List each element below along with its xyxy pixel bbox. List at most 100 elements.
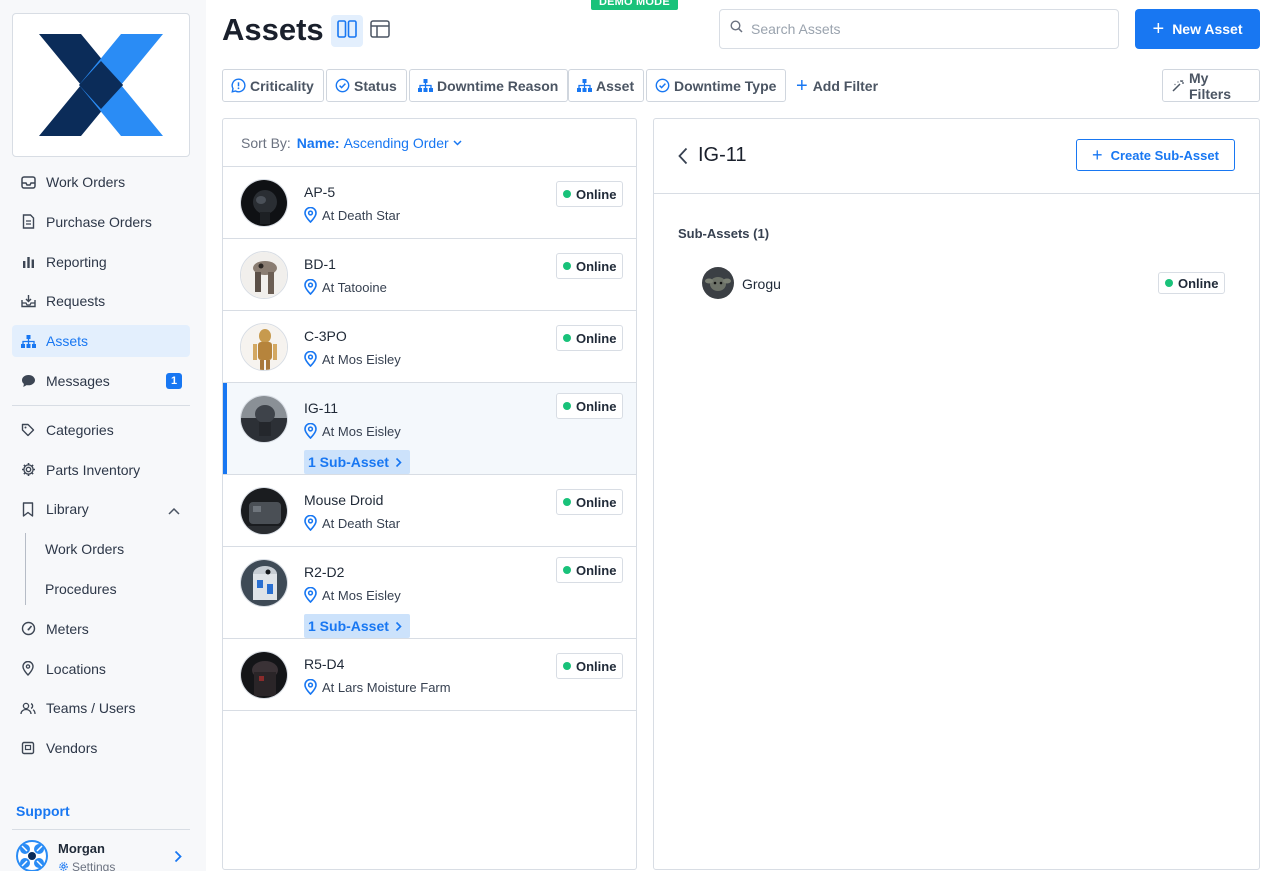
asset-row[interactable]: AP-5 At Death Star Online [223, 167, 636, 239]
new-asset-button[interactable]: + New Asset [1135, 9, 1260, 49]
asset-row[interactable]: BD-1 At Tatooine Online [223, 239, 636, 311]
sub-asset-link[interactable]: 1 Sub-Asset [304, 450, 410, 474]
avatar [16, 840, 48, 871]
user-settings-label: Settings [72, 860, 116, 871]
search-input[interactable] [751, 21, 1091, 37]
page-title: Assets [222, 12, 324, 47]
chevron-right-icon [395, 457, 402, 468]
asset-thumbnail [240, 395, 288, 443]
chevron-down-icon[interactable] [453, 139, 462, 146]
asset-row-selected[interactable]: IG-11 At Mos Eisley 1 Sub-Asset Online [223, 383, 636, 475]
status-badge: Online [556, 325, 624, 351]
sort-bar: Sort By: Name: Ascending Order [223, 119, 636, 167]
support-link[interactable]: Support [16, 803, 70, 819]
sidebar-item-assets[interactable]: Assets [12, 325, 190, 358]
status-badge: Online [556, 253, 624, 279]
create-sub-asset-button[interactable]: + Create Sub-Asset [1076, 139, 1235, 171]
sub-asset-label: 1 Sub-Asset [308, 618, 389, 634]
asset-location: At Lars Moisture Farm [304, 679, 451, 695]
filter-downtime-type[interactable]: Downtime Type [646, 69, 787, 102]
split-view-toggle[interactable] [331, 15, 363, 47]
status-label: Online [576, 258, 617, 274]
filter-label: Downtime Type [674, 77, 777, 94]
filter-downtime-reason[interactable]: Downtime Reason [409, 69, 569, 102]
asset-row[interactable]: R2-D2 At Mos Eisley 1 Sub-Asset Online [223, 547, 636, 639]
asset-row[interactable]: C-3PO At Mos Eisley Online [223, 311, 636, 383]
sub-asset-link[interactable]: 1 Sub-Asset [304, 614, 410, 638]
status-label: Online [576, 330, 617, 346]
check-circle-icon [655, 78, 670, 93]
sidebar-item-library-work-orders[interactable]: Work Orders [45, 533, 190, 565]
sidebar-item-vendors[interactable]: Vendors [12, 732, 190, 764]
filter-label: Downtime Reason [437, 77, 559, 94]
search-icon [730, 20, 743, 38]
sort-key[interactable]: Name: [297, 135, 340, 151]
asset-row[interactable]: Mouse Droid At Death Star Online [223, 475, 636, 547]
bookmark-icon [20, 501, 36, 517]
status-dot [563, 334, 571, 342]
location-pin-icon [304, 515, 317, 531]
sidebar-item-messages[interactable]: Messages 1 [12, 365, 190, 397]
sidebar-item-teams-users[interactable]: Teams / Users [12, 692, 190, 724]
asset-location: At Mos Eisley [304, 587, 401, 603]
company-logo[interactable] [12, 13, 190, 157]
asset-location: At Mos Eisley [304, 351, 401, 367]
asset-detail-panel: IG-11 + Create Sub-Asset Sub-Assets (1) … [653, 118, 1260, 870]
asset-thumbnail [240, 179, 288, 227]
asset-location-label: At Death Star [322, 207, 401, 223]
table-view-toggle[interactable] [364, 15, 396, 47]
back-arrow-icon[interactable] [678, 147, 688, 165]
sidebar-item-label: Teams / Users [46, 700, 136, 717]
sidebar-item-library[interactable]: Library [12, 493, 190, 525]
sidebar-item-work-orders[interactable]: Work Orders [12, 166, 190, 198]
sidebar-item-label: Requests [46, 293, 106, 310]
hierarchy-icon [418, 79, 433, 92]
user-settings-link[interactable]: Settings [58, 860, 115, 871]
filter-asset[interactable]: Asset [568, 69, 645, 102]
status-label: Online [576, 658, 617, 674]
columns-icon [337, 19, 357, 44]
hierarchy-icon [577, 79, 592, 92]
sidebar-item-library-procedures[interactable]: Procedures [45, 573, 190, 605]
sidebar-item-label: Reporting [46, 253, 107, 270]
sidebar-item-reporting[interactable]: Reporting [12, 246, 190, 278]
sidebar-item-locations[interactable]: Locations [12, 653, 190, 685]
asset-row[interactable]: R5-D4 At Lars Moisture Farm Online [223, 639, 636, 711]
sidebar-item-meters[interactable]: Meters [12, 613, 190, 645]
chevron-right-icon[interactable] [174, 850, 182, 868]
status-dot [563, 662, 571, 670]
sidebar-item-parts-inventory[interactable]: Parts Inventory [12, 454, 190, 486]
my-filters-button[interactable]: My Filters [1162, 69, 1260, 102]
asset-name: Mouse Droid [304, 492, 384, 508]
sidebar-item-label: Procedures [45, 580, 117, 597]
location-pin-icon [20, 661, 36, 677]
asset-thumbnail [240, 323, 288, 371]
status-badge: Online [556, 489, 624, 515]
filter-status[interactable]: Status [326, 69, 407, 102]
sidebar-item-label: Locations [46, 660, 106, 677]
gear-icon [58, 861, 69, 871]
asset-location-label: At Tatooine [322, 279, 387, 295]
vendor-icon [20, 740, 36, 756]
plus-icon: + [1092, 145, 1103, 165]
chat-icon [20, 373, 36, 389]
status-dot [563, 566, 571, 574]
sidebar-item-categories[interactable]: Categories [12, 414, 190, 446]
sub-asset-row[interactable]: Grogu Online [702, 267, 1226, 301]
detail-title: IG-11 [698, 144, 747, 166]
search-box[interactable] [719, 9, 1119, 49]
add-filter-button[interactable]: + Add Filter [796, 69, 878, 102]
filter-criticality[interactable]: Criticality [222, 69, 324, 102]
sub-asset-label: 1 Sub-Asset [308, 454, 389, 470]
status-badge: Online [556, 557, 624, 583]
asset-name: R5-D4 [304, 656, 345, 672]
sidebar-item-purchase-orders[interactable]: Purchase Orders [12, 206, 190, 238]
sidebar-nav: Work Orders Purchase Orders Reporting Re… [12, 166, 190, 772]
sort-order-dropdown[interactable]: Ascending Order [344, 135, 449, 151]
sub-asset-thumbnail [702, 267, 734, 299]
sidebar-item-requests[interactable]: Requests [12, 285, 190, 317]
user-menu[interactable]: Morgan Settings [16, 840, 190, 871]
chevron-up-icon[interactable] [168, 502, 180, 518]
status-dot [1165, 279, 1173, 287]
filter-label: Status [354, 77, 397, 94]
